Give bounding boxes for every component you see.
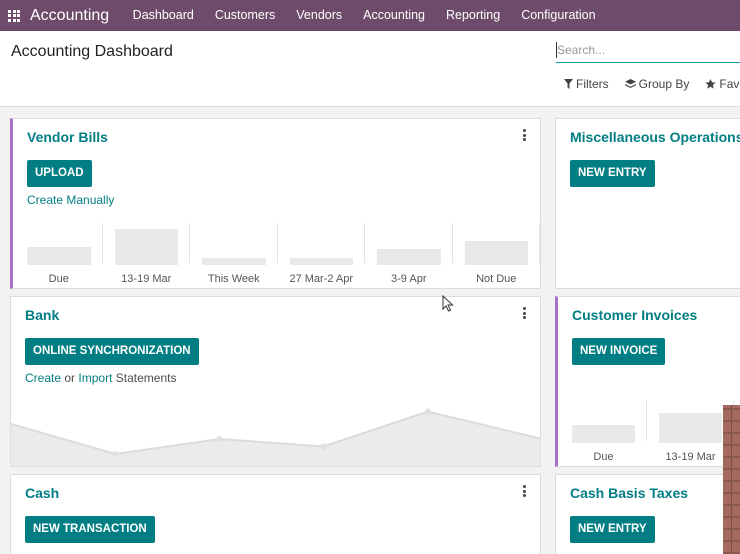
apps-grid-icon[interactable] <box>8 9 20 22</box>
filters-label: Filters <box>576 77 609 91</box>
bar-column: 13-19 Mar <box>647 399 734 465</box>
kebab-icon[interactable] <box>523 485 527 498</box>
card-title[interactable]: Customer Invoices <box>572 307 697 323</box>
search-box[interactable] <box>556 39 740 63</box>
menu-customers[interactable]: Customers <box>204 0 285 31</box>
filters-button[interactable]: Filters <box>564 77 609 91</box>
cash-card: Cash NEW TRANSACTION <box>10 474 541 554</box>
bank-line-chart <box>11 408 540 466</box>
bar-label: 3-9 Apr <box>391 273 427 285</box>
favorites-button[interactable]: Favor <box>705 77 740 91</box>
bar-label: Due <box>593 451 614 463</box>
bar-label: Not Due <box>476 273 517 285</box>
bank-line-point[interactable] <box>424 408 431 415</box>
kebab-icon[interactable] <box>523 129 527 142</box>
bank-card: Bank ONLINE SYNCHRONIZATION Create or Im… <box>10 296 541 467</box>
menu-reporting[interactable]: Reporting <box>436 0 511 31</box>
bank-line-point[interactable] <box>320 443 327 450</box>
vendor-bills-bar-chart: Due 13-19 Mar This Week 27 Mar-2 Apr 3-9 Apr… <box>15 221 540 287</box>
star-icon <box>705 79 716 89</box>
bar-column: This Week <box>190 221 278 287</box>
menu-vendors[interactable]: Vendors <box>286 0 353 31</box>
search-input[interactable] <box>556 39 740 61</box>
statements-text: Statements <box>115 371 177 385</box>
vendor-bills-card: Vendor Bills UPLOAD Create Manually Due 1… <box>10 118 541 289</box>
menu-configuration[interactable]: Configuration <box>511 0 606 31</box>
bar-column: Due <box>560 399 647 465</box>
bar[interactable] <box>114 229 178 265</box>
new-invoice-button[interactable]: NEW INVOICE <box>572 338 666 365</box>
bar[interactable] <box>659 413 722 443</box>
bar[interactable] <box>572 425 635 443</box>
menu-accounting[interactable]: Accounting <box>353 0 436 31</box>
bank-line-point[interactable] <box>112 451 119 457</box>
bar-column: Not Due <box>453 221 540 287</box>
create-manually-line: Create Manually <box>27 193 114 207</box>
bar[interactable] <box>27 247 91 265</box>
favorites-label: Favor <box>719 77 740 91</box>
filter-icon <box>564 79 573 89</box>
bar-column: 27 Mar-2 Apr <box>278 221 365 287</box>
upload-button[interactable]: UPLOAD <box>27 160 92 187</box>
bar[interactable] <box>202 258 266 265</box>
online-sync-button[interactable]: ONLINE SYNCHRONIZATION <box>25 338 199 365</box>
customer-invoices-bar-chart: Due 13-19 Mar <box>560 399 740 465</box>
kebab-icon[interactable] <box>523 307 527 320</box>
mouse-cursor-icon <box>442 295 454 312</box>
create-link[interactable]: Create <box>25 371 61 385</box>
menu-dashboard[interactable]: Dashboard <box>122 0 204 31</box>
search-options: Filters Group By Favor <box>564 77 740 91</box>
misc-operations-card: Miscellaneous Operations NEW ENTRY <box>555 118 740 289</box>
group-by-label: Group By <box>638 77 690 91</box>
bar-divider <box>539 223 540 263</box>
new-entry-button[interactable]: NEW ENTRY <box>570 516 655 543</box>
bar-label: 13-19 Mar <box>121 273 172 285</box>
bar[interactable] <box>464 241 528 265</box>
layers-icon <box>624 79 636 88</box>
bank-line-point[interactable] <box>216 436 223 442</box>
top-navbar: Accounting Dashboard Customers Vendors A… <box>0 0 740 31</box>
bar-label: 13-19 Mar <box>665 451 716 463</box>
app-brand[interactable]: Accounting <box>30 7 109 25</box>
text-caret <box>556 42 557 58</box>
bank-statement-links: Create or Import Statements <box>25 371 176 385</box>
bar-column: 13-19 Mar <box>103 221 190 287</box>
card-title[interactable]: Miscellaneous Operations <box>570 129 740 145</box>
new-transaction-button[interactable]: NEW TRANSACTION <box>25 516 155 543</box>
control-panel: Accounting Dashboard Filters Group By Fa… <box>0 31 740 107</box>
desktop-background-texture <box>723 405 740 554</box>
card-title[interactable]: Bank <box>25 307 59 323</box>
bar[interactable] <box>377 249 441 265</box>
card-title[interactable]: Cash Basis Taxes <box>570 485 688 501</box>
group-by-button[interactable]: Group By <box>624 77 690 91</box>
card-title[interactable]: Cash <box>25 485 59 501</box>
bar[interactable] <box>289 258 353 265</box>
create-manually-link[interactable]: Create Manually <box>27 193 114 207</box>
bar-label: 27 Mar-2 Apr <box>289 273 354 285</box>
customer-invoices-card: Customer Invoices NEW INVOICE Due 13-19 M… <box>555 296 740 467</box>
bar-column: Due <box>15 221 103 287</box>
new-entry-button[interactable]: NEW ENTRY <box>570 160 655 187</box>
bar-label: Due <box>48 273 69 285</box>
import-link[interactable]: Import <box>78 371 112 385</box>
page-title: Accounting Dashboard <box>11 43 173 60</box>
cash-basis-taxes-card: Cash Basis Taxes NEW ENTRY <box>555 474 740 554</box>
or-text: or <box>64 371 76 385</box>
bar-label: This Week <box>207 273 260 285</box>
bar-column: 3-9 Apr <box>365 221 453 287</box>
card-title[interactable]: Vendor Bills <box>27 129 108 145</box>
